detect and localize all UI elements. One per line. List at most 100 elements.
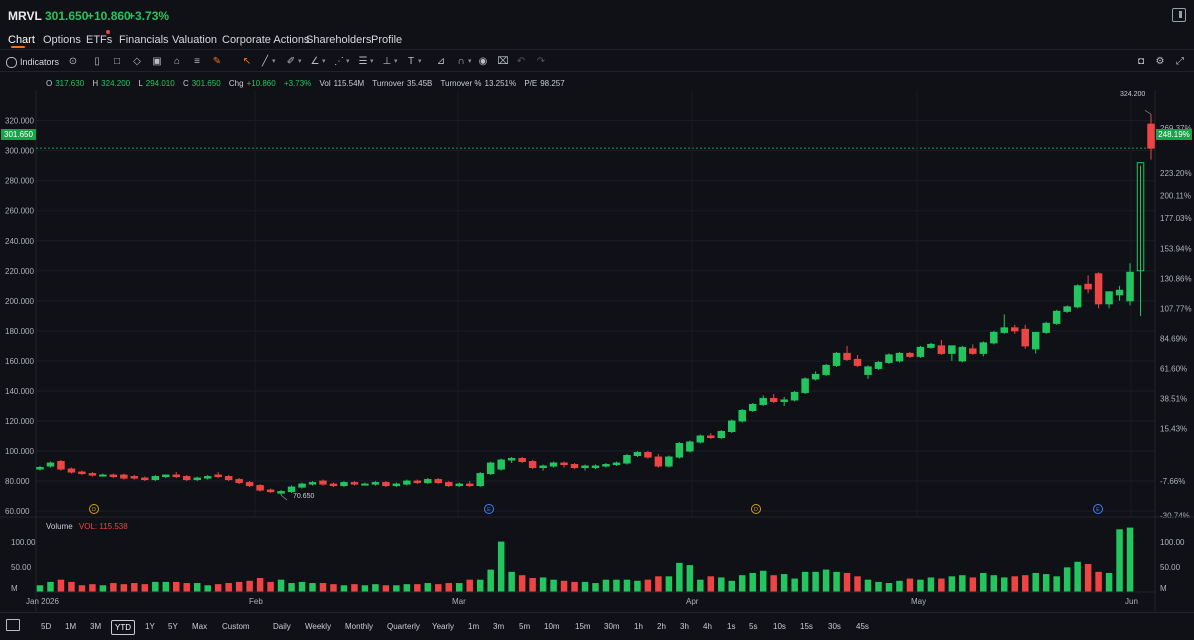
candle-type-icon[interactable]: ▯ [90,55,104,69]
interval-1h[interactable]: 1h [631,620,646,633]
volume-title: Volume [46,522,73,531]
tab-etfs[interactable]: ETFs [86,34,112,46]
eye-icon[interactable]: ◉ [476,55,490,69]
layers-icon[interactable]: ◇ [130,55,144,69]
text-tool-dropdown-icon[interactable]: ▾ [418,55,426,69]
magnet-dropdown-icon[interactable]: ▾ [468,55,476,69]
tab-valuation[interactable]: Valuation [172,34,217,46]
interval-daily[interactable]: Daily [270,620,294,633]
x-tick-label: Apr [686,597,699,606]
range-ytd[interactable]: YTD [111,620,135,635]
brush-icon[interactable]: ✐ [284,55,298,69]
x-tick-label: Jun [1125,597,1138,606]
interval-15m[interactable]: 15m [572,620,594,633]
pct-tick-label: -7.66% [1160,477,1185,486]
volume-bar [948,576,956,592]
magnet-icon[interactable]: ∩ [454,55,468,69]
undo-icon[interactable]: ↶ [514,55,528,69]
interval-yearly[interactable]: Yearly [429,620,457,633]
range-max[interactable]: Max [189,620,210,633]
trend-line-icon[interactable]: ╱ [258,55,272,69]
measure-dropdown-icon[interactable]: ▾ [394,55,402,69]
text-align-icon[interactable]: ≡ [190,55,204,69]
interval-5s[interactable]: 5s [746,620,760,633]
interval-4h[interactable]: 4h [700,620,715,633]
candle-body [203,476,212,479]
candle-body [298,483,306,488]
fib-dropdown-icon[interactable]: ▾ [370,55,378,69]
volume-bar [89,584,96,592]
interval-10m[interactable]: 10m [541,620,563,633]
camera-icon[interactable]: ◘ [1134,55,1148,69]
interval-3m[interactable]: 3m [490,620,507,633]
trash-icon[interactable]: ⌧ [496,55,510,69]
price-chart[interactable]: 320.000 300.000 280.000 260.000 240.000 220.0… [0,90,1194,518]
interval-3h[interactable]: 3h [677,620,692,633]
measure-icon[interactable]: ⊥ [380,55,394,69]
gear-icon[interactable]: ⚙ [1153,55,1167,69]
fib-icon[interactable]: ☰ [356,55,370,69]
volume-bar [885,583,893,592]
interval-5m[interactable]: 5m [516,620,533,633]
volume-bar [896,580,903,592]
pct-tick-label: 200.11% [1160,192,1191,201]
panel-toggle-icon[interactable] [1172,8,1186,22]
interval-1s[interactable]: 1s [724,620,738,633]
tab-options[interactable]: Options [43,34,81,46]
redo-icon[interactable]: ↷ [534,55,548,69]
layout-icon[interactable] [6,619,20,631]
compare-icon[interactable]: ▣ [150,55,164,69]
volume-bar [623,579,631,592]
interval-2h[interactable]: 2h [654,620,669,633]
interval-30m[interactable]: 30m [601,620,623,633]
angle-icon[interactable]: ∠ [308,55,322,69]
volume-bar [539,577,547,592]
candle-body [99,474,107,477]
replay-icon[interactable]: ⊙ [66,55,80,69]
event-marker: D [89,504,99,514]
interval-10s[interactable]: 10s [770,620,789,633]
chart-settings-icon[interactable]: ⌂ [170,55,184,69]
range-1y[interactable]: 1Y [142,620,158,633]
volume-chart[interactable]: 100.00 100.00 50.00 50.00 M M Jan 2026 Feb Mar Ap… [0,518,1194,612]
tab-corporate-actions[interactable]: Corporate Actions [222,34,309,46]
layout-square-icon[interactable]: □ [110,55,124,69]
interval-quarterly[interactable]: Quarterly [384,620,423,633]
pe-value: 98.257 [540,79,565,88]
text-tool-icon[interactable]: T [404,55,418,69]
range-5d[interactable]: 5D [38,620,54,633]
volume-bar [487,569,494,592]
volume-bar [1074,561,1081,592]
cursor-icon[interactable]: ↖ [240,55,254,69]
angle-dropdown-icon[interactable]: ▾ [322,55,330,69]
interval-45s[interactable]: 45s [853,620,872,633]
volume-bar [476,579,484,592]
interval-monthly[interactable]: Monthly [342,620,376,633]
fullscreen-icon[interactable]: ⤢ [1173,55,1187,69]
interval-15s[interactable]: 15s [797,620,816,633]
high-marker-label: 324.200 [1120,91,1146,98]
candle-body [801,378,809,393]
candle-body [162,474,170,478]
interval-30s[interactable]: 30s [825,620,844,633]
draw-pen-icon[interactable]: ✎ [210,55,224,69]
trend-line-dropdown-icon[interactable]: ▾ [272,55,280,69]
range-5y[interactable]: 5Y [165,620,181,633]
indicators-button[interactable]: Indicators [6,55,59,69]
tab-profile[interactable]: Profile [371,34,402,46]
interval-weekly[interactable]: Weekly [302,620,334,633]
range-3m[interactable]: 3M [87,620,104,633]
range-1m[interactable]: 1M [62,620,79,633]
candle-body [434,479,443,484]
tab-chart[interactable]: Chart [8,34,35,46]
range-custom[interactable]: Custom [219,620,253,633]
interval-1m[interactable]: 1m [465,620,482,633]
pattern-dropdown-icon[interactable]: ▾ [346,55,354,69]
brush-dropdown-icon[interactable]: ▾ [298,55,306,69]
pattern-icon[interactable]: ⋰ [332,55,346,69]
tab-shareholders[interactable]: Shareholders [306,34,371,46]
tab-financials[interactable]: Financials [119,34,169,46]
candle-body [895,352,904,362]
event-marker: E [484,504,494,514]
ruler-icon[interactable]: ⊿ [434,55,448,69]
